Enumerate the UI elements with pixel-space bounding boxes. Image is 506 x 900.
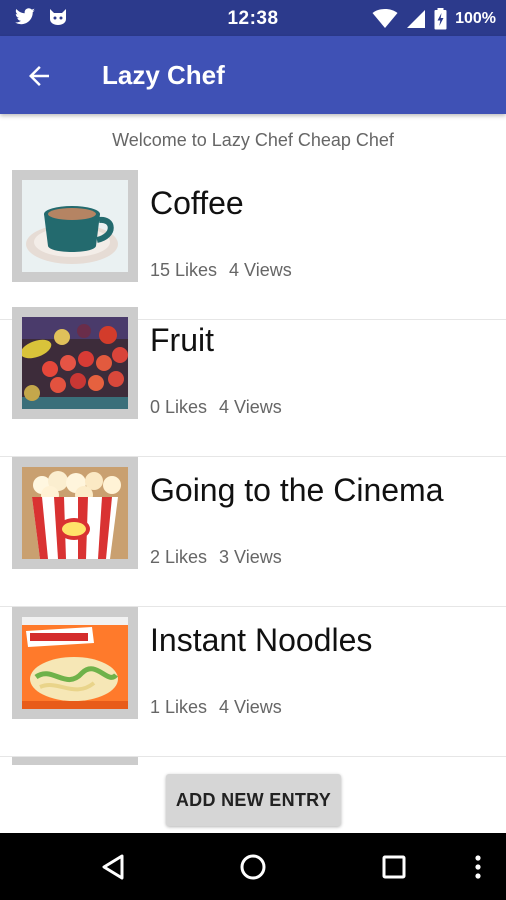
entry-views: 4 Views	[219, 397, 282, 417]
entry-stats: 0 Likes 4 Views	[150, 397, 282, 418]
entry-likes: 15 Likes	[150, 260, 218, 280]
navigation-bar	[0, 833, 506, 900]
fruit-basket-image	[22, 317, 128, 409]
list-item-fruit[interactable]: Fruit 0 Likes 4 Views	[0, 307, 506, 457]
entry-views: 4 Views	[229, 260, 292, 280]
entry-thumbnail	[12, 457, 138, 569]
battery-percent: 100%	[455, 10, 496, 27]
page-title: Lazy Chef	[102, 60, 225, 90]
welcome-text: Welcome to Lazy Chef Cheap Chef	[112, 130, 394, 150]
list-item-partial[interactable]	[0, 757, 506, 765]
list-item-coffee[interactable]: Coffee 15 Likes 4 Views	[0, 170, 506, 320]
noodle-packet-image	[22, 617, 128, 709]
entry-stats: 2 Likes 3 Views	[150, 547, 282, 568]
entry-likes: 0 Likes	[150, 397, 208, 417]
entry-views: 4 Views	[219, 697, 282, 717]
arrow-left-icon[interactable]	[24, 61, 54, 91]
entry-name: Instant Noodles	[150, 622, 373, 658]
battery-charging-icon	[434, 8, 447, 30]
list-item-cinema[interactable]: Going to the Cinema 2 Likes 3 Views	[0, 457, 506, 607]
add-new-entry-button[interactable]: ADD NEW ENTRY	[166, 774, 341, 826]
entry-name: Fruit	[150, 322, 214, 358]
back-triangle-icon[interactable]	[98, 851, 130, 883]
entry-list[interactable]: Coffee 15 Likes 4 Views Fruit 0 Likes 4 …	[0, 170, 506, 765]
home-circle-icon[interactable]	[237, 851, 269, 883]
more-vert-icon[interactable]	[462, 851, 494, 883]
wifi-icon	[372, 9, 398, 28]
entry-name: Coffee	[150, 185, 244, 221]
entry-likes: 2 Likes	[150, 547, 208, 567]
entry-stats: 15 Likes 4 Views	[150, 260, 292, 281]
list-item-noodles[interactable]: Instant Noodles 1 Likes 4 Views	[0, 607, 506, 757]
entry-thumbnail	[12, 307, 138, 419]
entry-name: Going to the Cinema	[150, 472, 444, 508]
popcorn-box-image	[22, 467, 128, 559]
entry-thumbnail	[12, 170, 138, 282]
entry-stats: 1 Likes 4 Views	[150, 697, 282, 718]
recents-square-icon[interactable]	[378, 851, 410, 883]
coffee-cup-image	[22, 180, 128, 272]
entry-likes: 1 Likes	[150, 697, 208, 717]
entry-thumbnail	[12, 607, 138, 719]
status-right: 100%	[372, 8, 496, 30]
entry-views: 3 Views	[219, 547, 282, 567]
status-bar: 12:38 100%	[0, 0, 506, 36]
app-bar: Lazy Chef	[0, 36, 506, 114]
entry-thumbnail	[12, 757, 138, 765]
cell-signal-icon	[407, 10, 426, 28]
